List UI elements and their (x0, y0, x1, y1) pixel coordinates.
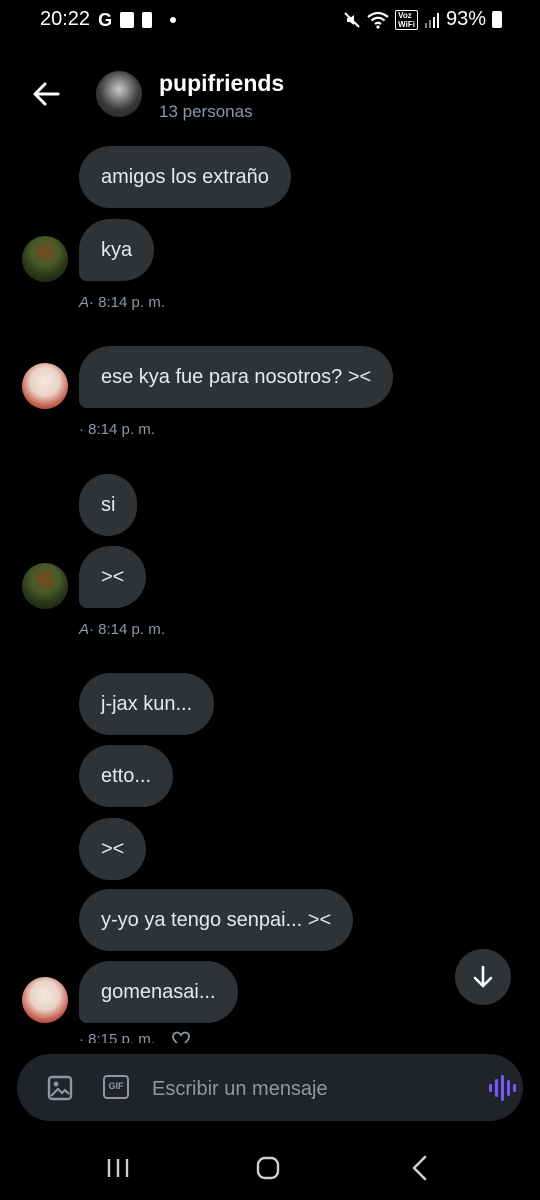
translate-icon: A· (79, 294, 94, 311)
translate-icon: A· (79, 621, 94, 638)
sender-avatar[interactable] (22, 977, 68, 1023)
status-time: 20:22 (40, 8, 91, 30)
group-member-count[interactable]: 13 personas (159, 102, 253, 122)
check-icon (120, 11, 135, 28)
message-timestamp: · 8:14 p. m. (79, 421, 155, 438)
sender-avatar[interactable] (22, 236, 68, 282)
status-bar: 20:22 G Voz WiFi 93% (0, 0, 540, 40)
chat-header: pupifriends 13 personas (0, 60, 540, 130)
sim-icon (142, 11, 153, 28)
message-bubble[interactable]: ese kya fue para nosotros? >< (79, 346, 394, 408)
gif-button[interactable]: GIF (103, 1075, 129, 1099)
message-bubble[interactable]: >< (79, 818, 147, 880)
message-bubble[interactable]: y-yo ya tengo senpai... >< (79, 889, 354, 951)
status-tick-icon: · (79, 1031, 84, 1043)
home-icon[interactable] (256, 1156, 280, 1180)
heart-icon[interactable] (171, 1031, 191, 1043)
group-name[interactable]: pupifriends (159, 70, 284, 97)
message-bubble[interactable]: si (79, 474, 138, 536)
recent-apps-icon[interactable] (106, 1156, 130, 1180)
message-timestamp: A· 8:14 p. m. (79, 621, 165, 638)
message-timestamp: · 8:15 p. m. (79, 1031, 191, 1043)
mute-icon (344, 11, 360, 28)
google-icon: G (98, 9, 113, 30)
message-timestamp: A· 8:14 p. m. (79, 294, 165, 311)
signal-icon (424, 12, 439, 28)
status-right: Voz WiFi 93% (343, 8, 502, 31)
message-bubble[interactable]: j-jax kun... (79, 673, 215, 735)
message-bubble[interactable]: etto... (79, 745, 174, 807)
wifi-icon (367, 11, 389, 29)
message-bubble[interactable]: gomenasai... (79, 961, 238, 1023)
group-avatar[interactable] (96, 71, 142, 117)
back-arrow-icon[interactable] (30, 78, 62, 110)
sender-avatar[interactable] (22, 563, 68, 609)
battery-percent: 93% (445, 8, 486, 30)
battery-icon (492, 11, 502, 28)
status-left: 20:22 G (40, 8, 177, 31)
message-bubble[interactable]: amigos los extraño (79, 146, 291, 208)
voice-message-icon[interactable] (487, 1073, 517, 1103)
scroll-to-bottom-button[interactable] (455, 949, 511, 1005)
status-tick-icon: · (79, 421, 84, 438)
image-icon[interactable] (47, 1075, 73, 1101)
system-back-icon[interactable] (408, 1154, 432, 1182)
voz-wifi-icon: Voz WiFi (395, 9, 418, 30)
message-bubble[interactable]: kya (79, 219, 155, 281)
system-nav-bar (0, 1140, 540, 1200)
message-input[interactable] (150, 1071, 454, 1107)
message-composer: GIF (17, 1054, 523, 1121)
message-bubble[interactable]: >< (79, 546, 147, 608)
arrow-down-icon (473, 965, 493, 988)
sender-avatar[interactable] (22, 363, 68, 409)
notification-dot-icon (170, 16, 177, 23)
